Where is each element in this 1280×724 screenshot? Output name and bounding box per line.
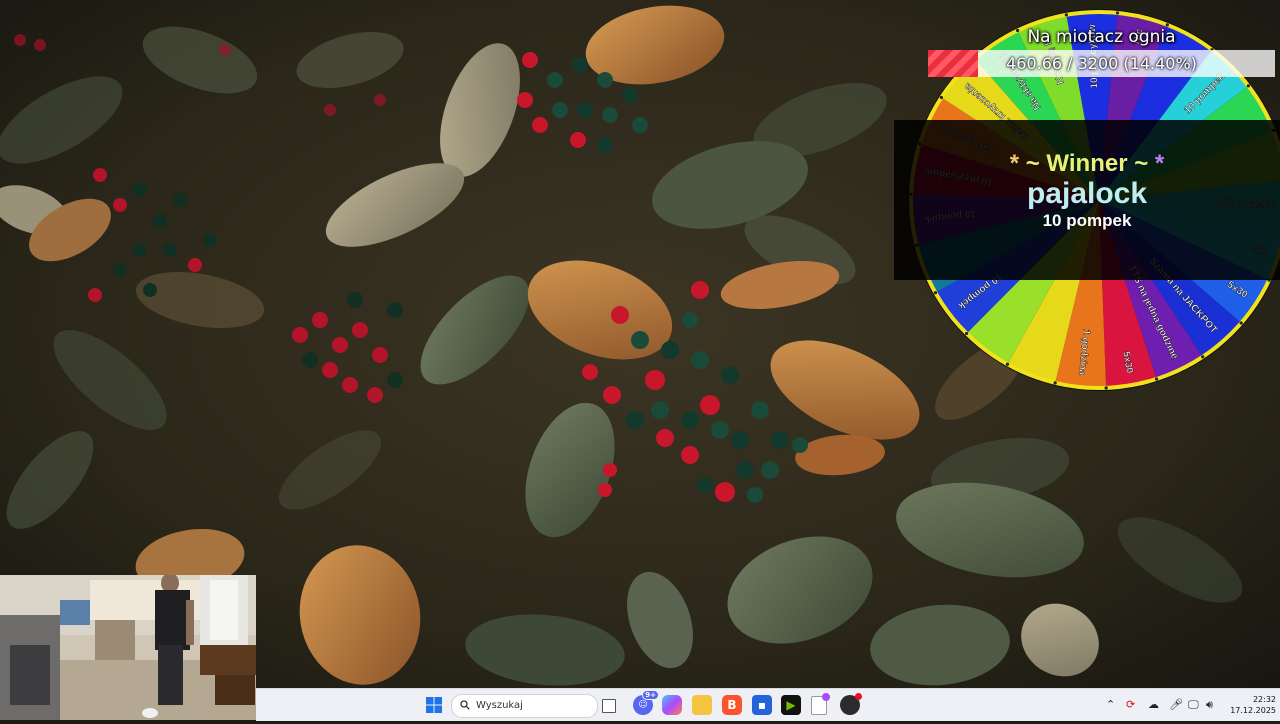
winner-panel: * ~ Winner ~ * pajalock 10 pompek	[894, 120, 1280, 280]
goal-progress-bar: 460.66 / 3200 (14.40%)	[928, 50, 1275, 77]
wheel-rim-peg	[1246, 84, 1250, 88]
winner-title: * ~ Winner ~ *	[894, 150, 1280, 178]
store-icon[interactable]: ▪	[752, 695, 772, 715]
winner-star-left: *	[1009, 150, 1020, 177]
wheel-rim-peg	[1239, 321, 1243, 325]
taskbar: Wyszukaj ☺ 9+ B ▪ ▶ ⌃ ⟳ ☁ 🎤︎ 🖵︎ 🔊︎ 22:32…	[256, 688, 1280, 721]
wheel-rim-peg	[1064, 13, 1068, 17]
brave-browser-icon[interactable]: B	[722, 695, 742, 715]
webcam-overlay	[0, 575, 256, 720]
taskbar-search[interactable]: Wyszukaj	[451, 694, 598, 718]
network-icon[interactable]: 🖵︎	[1188, 698, 1199, 712]
taskbar-clock[interactable]: 22:32 17.12.2025	[1220, 694, 1276, 716]
copilot-icon[interactable]	[662, 695, 682, 715]
search-icon	[460, 700, 470, 710]
clock-time: 22:32	[1252, 695, 1276, 704]
windows-logo-icon	[426, 697, 442, 713]
discord-icon[interactable]: ☺ 9+	[633, 690, 659, 715]
wheel-rim-peg	[939, 95, 944, 100]
goal-title: Na miotacz ognia	[1027, 27, 1176, 47]
file-explorer-icon[interactable]	[692, 695, 712, 715]
winner-name: pajalock	[1026, 177, 1148, 210]
winner-star-right: *	[1154, 150, 1165, 177]
security-icon[interactable]: ⟳	[1126, 698, 1135, 711]
wheel-rim-peg	[1201, 355, 1205, 359]
notepad-icon[interactable]	[811, 693, 830, 715]
winner-label: ~ Winner ~	[1025, 150, 1149, 177]
goal-progress-text: 460.66 / 3200 (14.40%)	[1006, 54, 1197, 73]
microphone-icon[interactable]: 🎤︎	[1169, 698, 1183, 711]
discord-badge: 9+	[642, 690, 659, 700]
wheel-rim-peg	[933, 291, 938, 295]
start-button[interactable]	[424, 695, 444, 715]
wheel-rim-peg	[1104, 386, 1108, 390]
obs-icon[interactable]	[840, 693, 862, 715]
wheel-rim-peg	[1115, 11, 1120, 15]
goal-widget: Na miotacz ognia 460.66 / 3200 (14.40%)	[928, 26, 1275, 78]
wheel-rim-peg	[1005, 362, 1010, 366]
clock-date: 17.12.2025	[1230, 706, 1276, 715]
wheel-rim-peg	[1053, 381, 1057, 385]
wheel-rim-peg	[964, 331, 969, 336]
chevron-up-icon[interactable]: ⌃	[1106, 698, 1115, 711]
volume-icon[interactable]: 🔊︎	[1206, 698, 1213, 712]
search-placeholder: Wyszukaj	[476, 700, 523, 711]
wheel-rim-peg	[1154, 377, 1159, 381]
cloud-icon[interactable]: ☁	[1148, 698, 1159, 711]
task-view-icon[interactable]	[602, 699, 616, 713]
nvidia-icon[interactable]: ▶	[781, 695, 801, 715]
winner-prize: 10 pompek	[1042, 211, 1132, 230]
